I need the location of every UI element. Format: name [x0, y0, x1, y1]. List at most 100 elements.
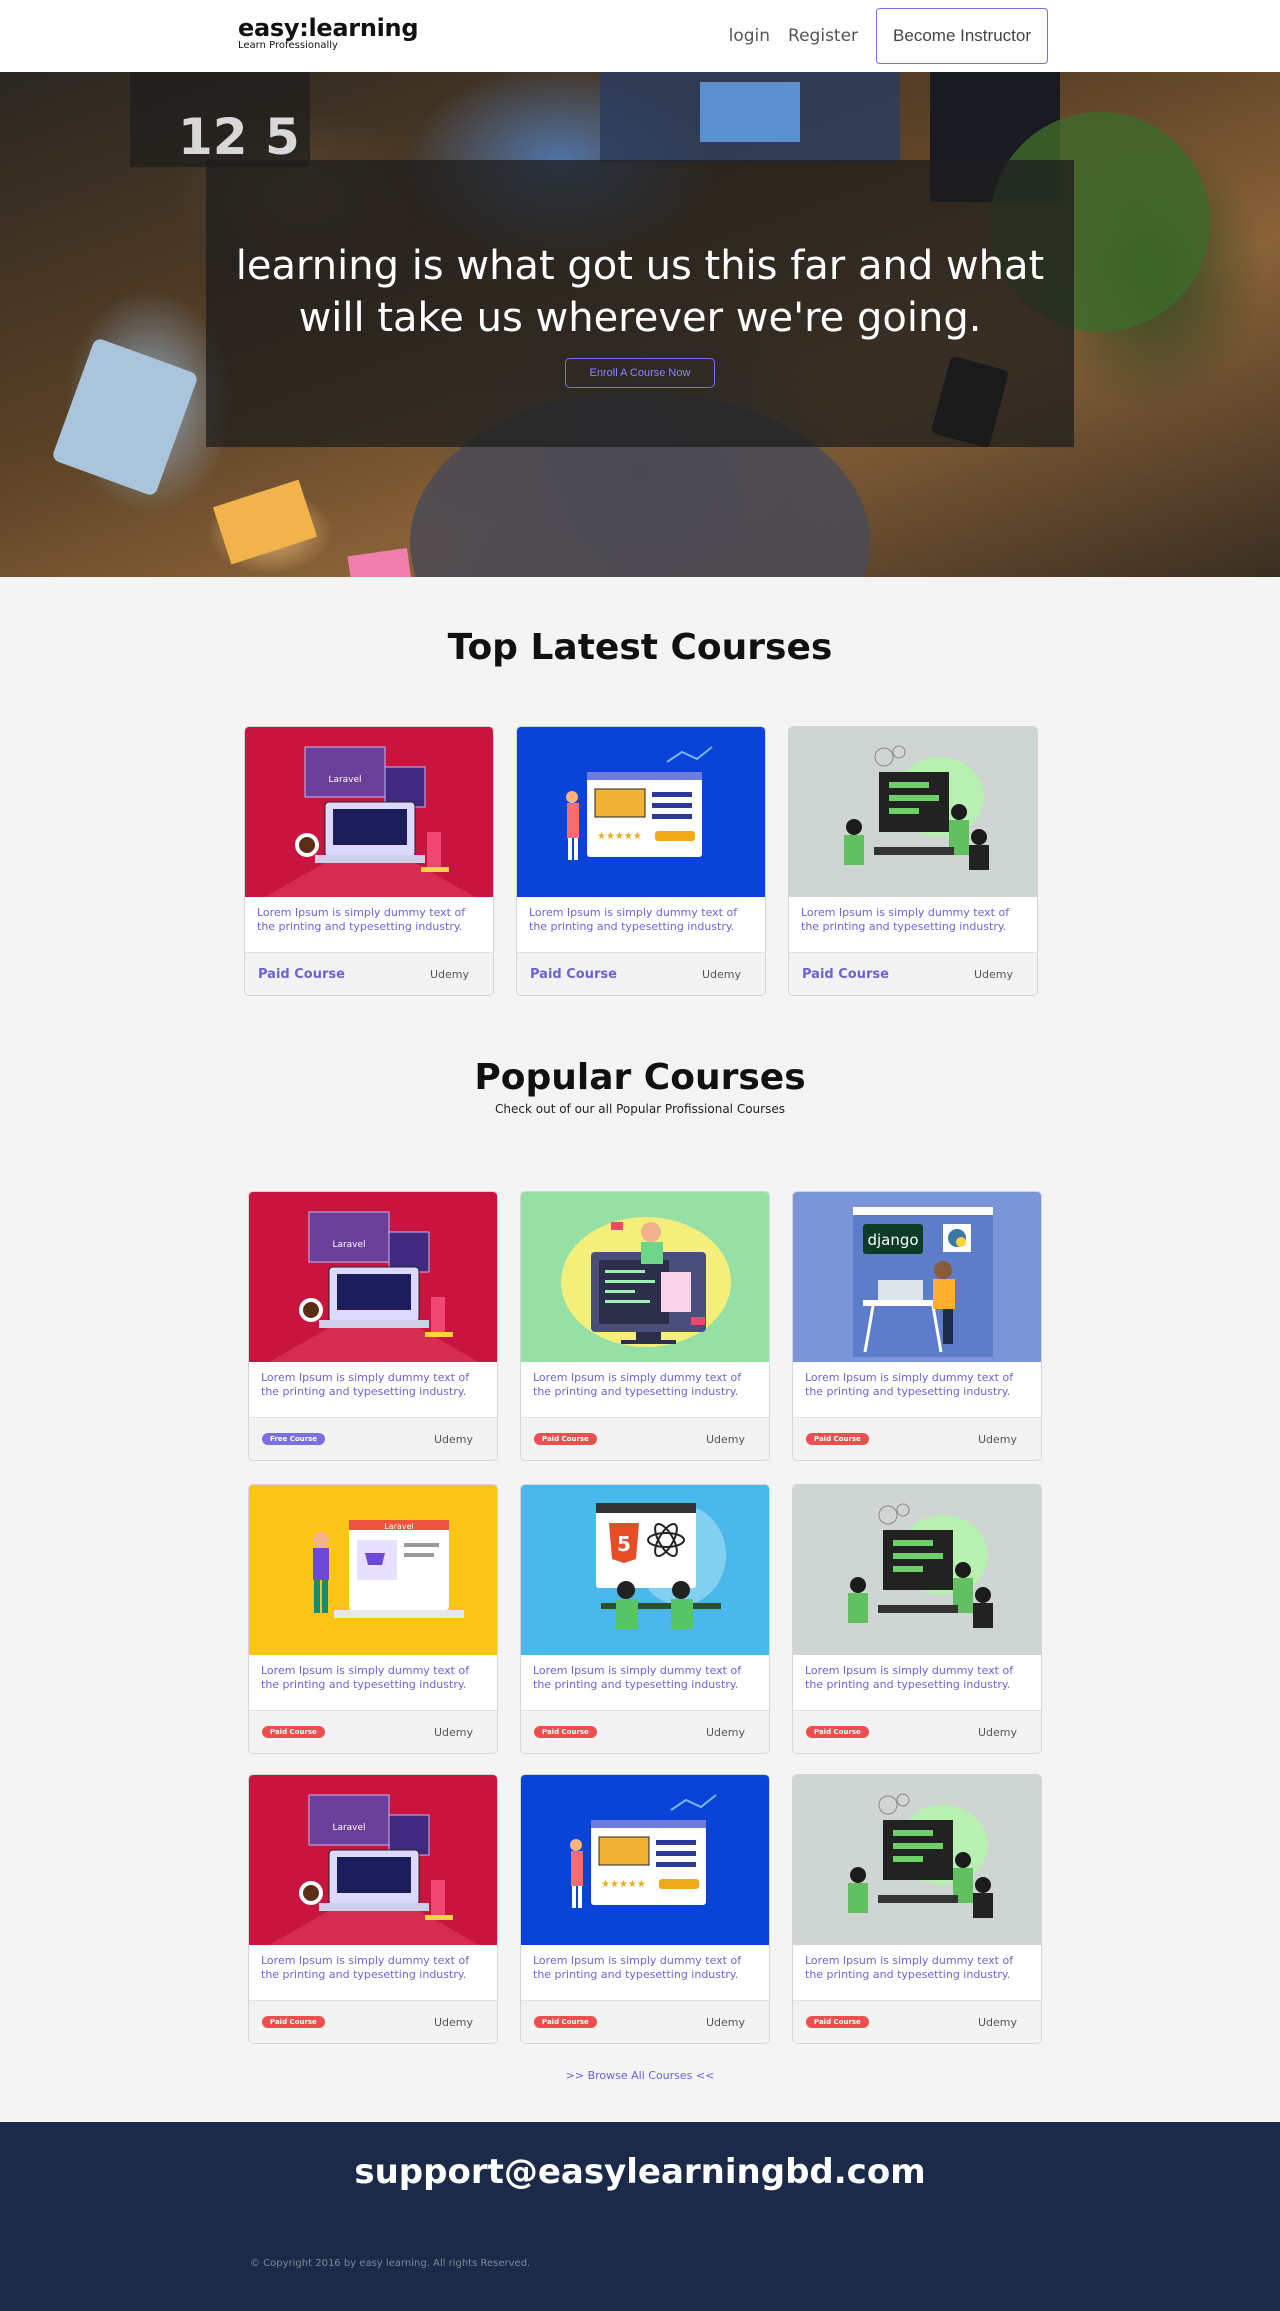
course-thumbnail[interactable] [789, 727, 1037, 897]
course-type-badge: Paid Course [806, 2016, 869, 2028]
course-description-line1: Lorem Ipsum is simply dummy text of [805, 1664, 1014, 1677]
course-description: Lorem Ipsum is simply dummy text of the p… [249, 1362, 497, 1418]
course-type-badge: Paid Course [262, 2016, 325, 2028]
course-thumbnail[interactable]: ★★★★★ [521, 1775, 769, 1945]
become-instructor-button[interactable]: Become Instructor [876, 8, 1048, 64]
course-description-line2: the printing and typesetting industry. [805, 1968, 1011, 1981]
course-card[interactable]: ★★★★★ Lorem Ipsum is simply dummy text o… [520, 1774, 770, 2044]
course-type-badge: Paid Course [262, 1726, 325, 1738]
course-description: Lorem Ipsum is simply dummy text of the p… [249, 1945, 497, 2001]
course-description-line1: Lorem Ipsum is simply dummy text of [801, 906, 1010, 919]
course-provider: Udemy [977, 1725, 1017, 1739]
course-description-line2: the printing and typesetting industry. [261, 1678, 467, 1691]
course-card[interactable]: Lorem Ipsum is simply dummy text of the p… [520, 1191, 770, 1461]
course-card[interactable]: Lorem Ipsum is simply dummy text of the p… [788, 726, 1038, 996]
svg-text:★★★★★: ★★★★★ [597, 831, 642, 842]
register-link[interactable]: Register [788, 26, 858, 46]
course-thumbnail[interactable]: Laravel [249, 1192, 497, 1362]
course-provider: Udemy [977, 1432, 1017, 1446]
course-type-badge: Paid Course [534, 2016, 597, 2028]
course-card-footer: Paid Course Udemy [789, 952, 1037, 995]
course-card-footer: Paid Course Udemy [521, 1417, 769, 1460]
course-provider: Udemy [433, 1432, 473, 1446]
svg-text:5: 5 [617, 1532, 631, 1556]
enroll-course-button[interactable]: Enroll A Course Now [564, 358, 716, 388]
support-email[interactable]: support@easylearningbd.com [0, 2152, 1280, 2192]
course-provider: Udemy [705, 2015, 745, 2029]
course-card[interactable]: Laravel Lorem Ipsum is simply dummy text… [248, 1191, 498, 1461]
course-description-line2: the printing and typesetting industry. [257, 920, 463, 933]
course-type-badge: Paid Course [534, 1433, 597, 1445]
course-provider: Udemy [705, 1725, 745, 1739]
course-provider: Udemy [705, 1432, 745, 1446]
footer: support@easylearningbd.com © Copyright 2… [0, 2122, 1280, 2311]
course-provider: Udemy [433, 2015, 473, 2029]
course-description-line1: Lorem Ipsum is simply dummy text of [261, 1371, 470, 1384]
course-card[interactable]: Lorem Ipsum is simply dummy text of the p… [792, 1484, 1042, 1754]
course-thumbnail[interactable]: django [793, 1192, 1041, 1362]
login-link[interactable]: login [729, 26, 770, 46]
course-description-line1: Lorem Ipsum is simply dummy text of [257, 906, 466, 919]
course-description-line2: the printing and typesetting industry. [805, 1385, 1011, 1398]
course-description: Lorem Ipsum is simply dummy text of the p… [789, 897, 1037, 953]
course-description: Lorem Ipsum is simply dummy text of the p… [793, 1945, 1041, 2001]
course-card[interactable]: django Lorem Ipsum is simply dummy text … [792, 1191, 1042, 1461]
svg-text:12 5: 12 5 [178, 108, 300, 166]
course-card[interactable]: Laravel Lorem Ipsum is simply dummy text… [244, 726, 494, 996]
course-type-badge[interactable]: Paid Course [258, 967, 345, 982]
hero-title-line1: learning is what got us this far and wha… [235, 243, 1045, 289]
course-thumbnail[interactable]: 5 [521, 1485, 769, 1655]
top-navbar: easy:learning Learn Professionally login… [0, 0, 1280, 72]
course-thumbnail[interactable] [793, 1485, 1041, 1655]
course-description-line1: Lorem Ipsum is simply dummy text of [533, 1664, 742, 1677]
course-description-line1: Lorem Ipsum is simply dummy text of [533, 1954, 742, 1967]
hero-banner: 12 5 learning is what got us this far an… [0, 72, 1280, 577]
course-thumbnail[interactable]: ★★★★★ [517, 727, 765, 897]
course-description-line2: the printing and typesetting industry. [533, 1968, 739, 1981]
copyright-text: © Copyright 2016 by easy learning. All r… [250, 2258, 531, 2269]
course-thumbnail[interactable]: Laravel [245, 727, 493, 897]
course-provider: Udemy [701, 967, 741, 981]
course-thumbnail[interactable] [521, 1192, 769, 1362]
course-description-line2: the printing and typesetting industry. [801, 920, 1007, 933]
browse-all-courses-link[interactable]: >> Browse All Courses << [0, 2069, 1280, 2082]
course-thumbnail[interactable]: Laravel [249, 1485, 497, 1655]
course-description: Lorem Ipsum is simply dummy text of the p… [521, 1655, 769, 1711]
course-card[interactable]: Lorem Ipsum is simply dummy text of the p… [792, 1774, 1042, 2044]
course-thumbnail[interactable] [793, 1775, 1041, 1945]
course-description-line2: the printing and typesetting industry. [261, 1968, 467, 1981]
course-type-badge: Paid Course [806, 1726, 869, 1738]
course-description: Lorem Ipsum is simply dummy text of the p… [521, 1945, 769, 2001]
course-type-badge: Free Course [262, 1433, 326, 1445]
nav-links: login Register Become Instructor [729, 8, 1048, 64]
course-description-line1: Lorem Ipsum is simply dummy text of [805, 1371, 1014, 1384]
course-card-footer: Paid Course Udemy [521, 2000, 769, 2043]
svg-text:Laravel: Laravel [332, 1823, 365, 1833]
svg-text:Laravel: Laravel [328, 775, 361, 785]
course-card-footer: Paid Course Udemy [521, 1710, 769, 1753]
course-description: Lorem Ipsum is simply dummy text of the p… [521, 1362, 769, 1418]
hero-title: learning is what got us this far and wha… [206, 240, 1074, 344]
course-card[interactable]: Laravel Lorem Ipsum is simply dummy text… [248, 1774, 498, 2044]
course-description: Lorem Ipsum is simply dummy text of the p… [245, 897, 493, 953]
course-description-line2: the printing and typesetting industry. [529, 920, 735, 933]
course-description-line1: Lorem Ipsum is simply dummy text of [529, 906, 738, 919]
course-provider: Udemy [433, 1725, 473, 1739]
course-card[interactable]: Laravel Lorem Ipsum is simply dummy text… [248, 1484, 498, 1754]
site-logo[interactable]: easy:learning Learn Professionally [238, 14, 419, 51]
course-description-line2: the printing and typesetting industry. [805, 1678, 1011, 1691]
course-description-line1: Lorem Ipsum is simply dummy text of [805, 1954, 1014, 1967]
latest-section-title: Top Latest Courses [447, 627, 833, 668]
course-type-badge[interactable]: Paid Course [802, 967, 889, 982]
course-type-badge[interactable]: Paid Course [530, 967, 617, 982]
course-type-badge: Paid Course [534, 1726, 597, 1738]
course-type-badge: Paid Course [806, 1433, 869, 1445]
course-card[interactable]: ★★★★★ Lorem Ipsum is simply dummy text o… [516, 726, 766, 996]
course-description-line2: the printing and typesetting industry. [261, 1385, 467, 1398]
course-card-footer: Free Course Udemy [249, 1417, 497, 1460]
course-description: Lorem Ipsum is simply dummy text of the p… [517, 897, 765, 953]
popular-section-header: Popular Courses Check out of our all Pop… [0, 1057, 1280, 1116]
course-description-line2: the printing and typesetting industry. [533, 1385, 739, 1398]
course-thumbnail[interactable]: Laravel [249, 1775, 497, 1945]
course-card[interactable]: 5 Lorem Ipsum is simply dummy text of the… [520, 1484, 770, 1754]
